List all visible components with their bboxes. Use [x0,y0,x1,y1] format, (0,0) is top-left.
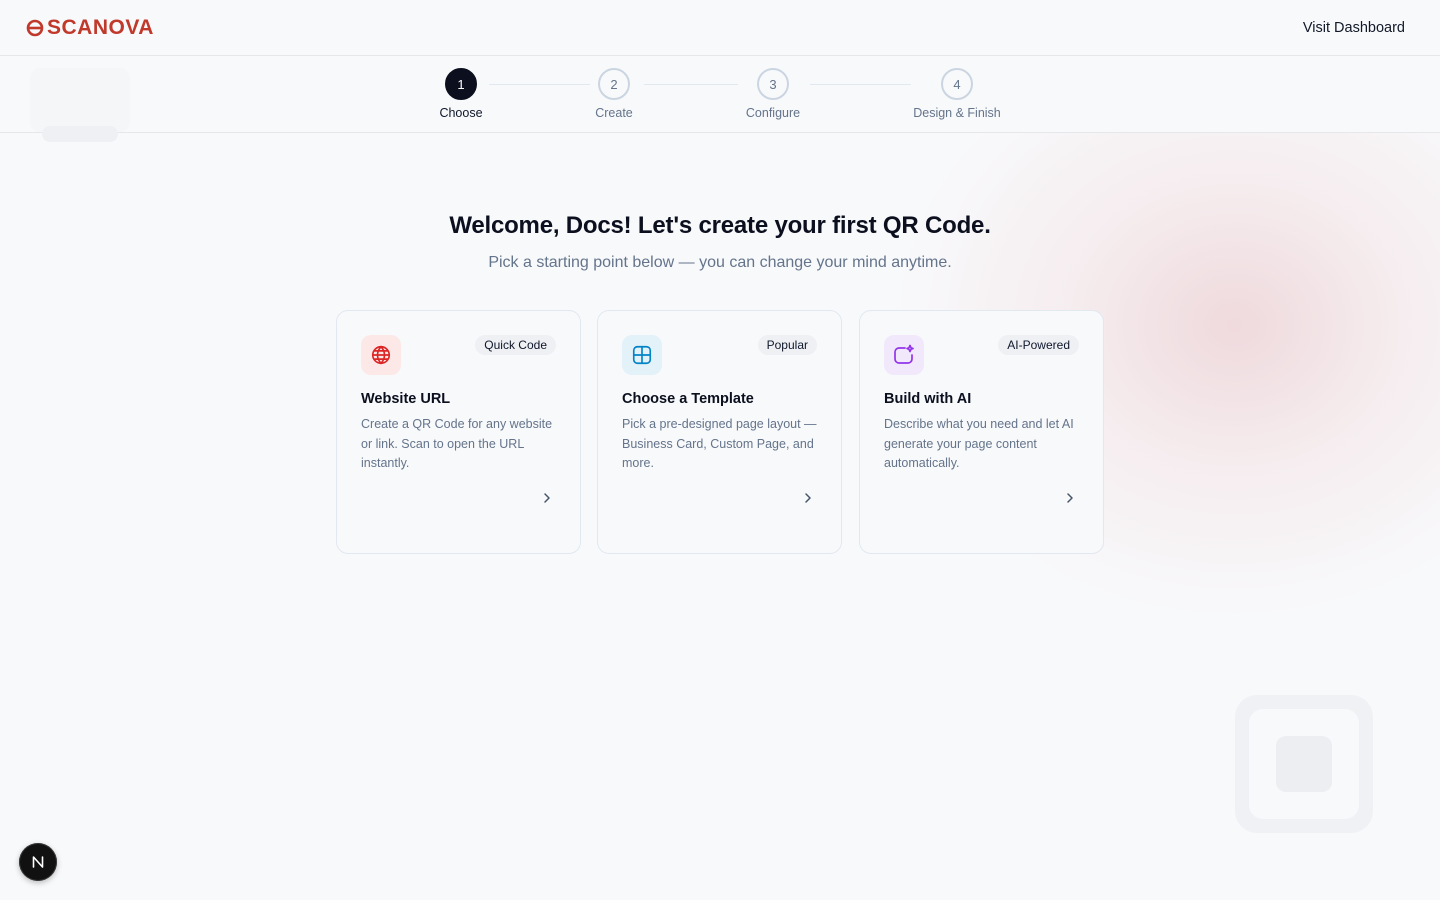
card-badge: AI-Powered [998,335,1079,355]
card-description: Pick a pre-designed page layout — Busine… [622,417,817,470]
step-number: 4 [941,68,973,100]
step-number: 3 [757,68,789,100]
top-bar: SCANOVA Visit Dashboard [0,0,1440,56]
chevron-right-icon [544,493,550,503]
card-badge: Quick Code [475,335,556,355]
step-create[interactable]: 2 Create [554,68,674,120]
decorative-square-core [1276,736,1332,792]
placeholder-shape [42,126,118,142]
step-design-finish[interactable]: 4 Design & Finish [897,68,1017,120]
layout-grid-icon [632,345,652,365]
step-label: Configure [745,106,801,120]
card-description: Describe what you need and let AI genera… [884,417,1074,470]
step-label: Create [595,106,633,120]
card-badge: Popular [757,335,817,355]
page-title: Welcome, Docs! Let's create your first Q… [449,212,991,239]
chevron-right-icon [1067,493,1073,503]
option-card-choose-template[interactable]: Popular Choose a Template Pick a pre-des… [597,310,842,554]
dev-tools-button[interactable] [19,843,57,881]
card-icon-container [622,335,662,375]
chevron-right-icon [805,493,811,503]
hero: Welcome, Docs! Let's create your first Q… [0,212,1440,272]
step-number: 2 [598,68,630,100]
step-label: Design & Finish [913,106,1001,120]
card-title: Choose a Template [622,391,754,407]
card-title: Build with AI [884,391,972,407]
step-choose[interactable]: 1 Choose [401,68,521,120]
sparkle-icon [894,344,914,364]
step-number: 1 [445,68,477,100]
step-configure[interactable]: 3 Configure [713,68,833,120]
n-logo-icon [32,856,44,868]
card-title: Website URL [361,391,451,407]
card-description: Create a QR Code for any website or link… [361,417,553,470]
visit-dashboard-link[interactable]: Visit Dashboard [1303,20,1405,36]
option-card-build-with-ai[interactable]: AI-Powered Build with AI Describe what y… [859,310,1104,554]
logo-mark-icon [26,19,44,36]
stepper: 1 Choose 2 Create 3 Configure 4 Design &… [0,56,1440,142]
option-card-website-url[interactable]: Quick Code Website URL Create a QR Code … [336,310,581,554]
brand-name: SCANOVA [47,15,154,39]
step-label: Choose [439,106,483,120]
card-icon-container [884,335,924,375]
placeholder-shape [30,68,130,132]
globe-icon [371,345,391,365]
decorative-square [1235,695,1373,833]
page-subtitle: Pick a starting point below — you can ch… [488,254,952,271]
card-icon-container [361,335,401,375]
scanova-logo[interactable]: SCANOVA [26,16,154,40]
